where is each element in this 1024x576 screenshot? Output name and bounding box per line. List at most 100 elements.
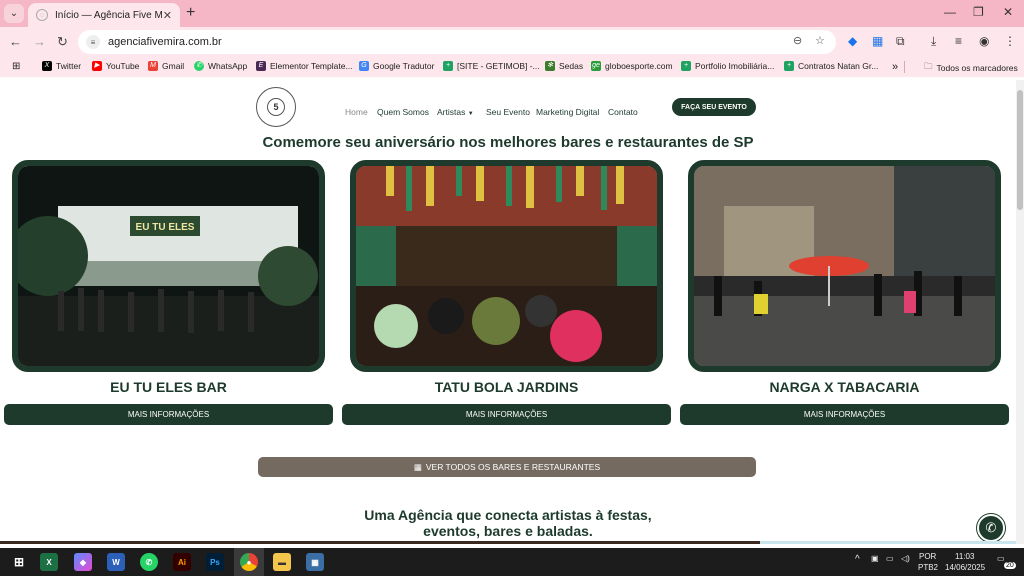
bookmark-label: Todos os marcadores bbox=[936, 63, 1018, 73]
tagline-line-1: Uma Agência que conecta artistas à festa… bbox=[364, 507, 652, 523]
bookmark-twitter[interactable]: X Twitter bbox=[42, 61, 81, 71]
logo-number: 5 bbox=[267, 98, 285, 116]
menu-kebab-icon[interactable]: ⋮ bbox=[1004, 34, 1016, 48]
forward-icon[interactable]: → bbox=[33, 34, 46, 49]
reload-icon[interactable]: ↻ bbox=[57, 34, 68, 50]
copilot-icon[interactable]: ◆ bbox=[74, 553, 92, 571]
volume-icon[interactable]: ◁) bbox=[901, 554, 910, 563]
close-window-icon[interactable]: ✕ bbox=[1003, 5, 1013, 19]
bookmark-label: globoesporte.com bbox=[605, 61, 673, 71]
nav-quem-somos[interactable]: Quem Somos bbox=[377, 107, 429, 117]
whatsapp-app-icon[interactable]: ✆ bbox=[140, 553, 158, 571]
web-page: 5 Home Quem Somos Artistas ▼ Seu Evento … bbox=[0, 80, 1016, 544]
browser-tab-bar: ⌄ ◌ Início — Agência Five Mira ✕ + — ❐ ✕ bbox=[0, 0, 1024, 27]
whatsapp-float-button[interactable]: ✆ bbox=[977, 514, 1005, 542]
site-info-icon[interactable]: ≡ bbox=[86, 35, 100, 49]
windows-start-icon[interactable]: ⊞ bbox=[10, 553, 28, 571]
notification-icon[interactable]: ▭ bbox=[997, 554, 1005, 563]
bookmark-label: Gmail bbox=[162, 61, 185, 71]
bookmark-youtube[interactable]: ▶ YouTube bbox=[92, 61, 139, 71]
tab-search-button[interactable]: ⌄ bbox=[4, 4, 24, 23]
ge-icon: ge bbox=[591, 61, 601, 71]
bookmark-star-icon[interactable]: ☆ bbox=[815, 34, 825, 47]
more-bookmarks-button[interactable]: » bbox=[892, 61, 898, 73]
zoom-icon[interactable]: ⊖ bbox=[793, 34, 802, 47]
network-icon[interactable]: ▭ bbox=[886, 554, 894, 563]
bar-photo: EU TU ELES bbox=[18, 166, 319, 366]
ver-todos-button[interactable]: ▦ VER TODOS OS BARES E RESTAURANTES bbox=[258, 457, 756, 477]
section-image-strip bbox=[0, 541, 760, 544]
tray-app-icon[interactable]: ▣ bbox=[871, 554, 879, 563]
mais-informacoes-button-2[interactable]: MAIS INFORMAÇÕES bbox=[342, 404, 671, 425]
sheets-icon: + bbox=[784, 61, 794, 71]
faca-seu-evento-button[interactable]: FAÇA SEU EVENTO bbox=[672, 98, 756, 116]
bookmark-whatsapp[interactable]: ✆ WhatsApp bbox=[194, 61, 247, 71]
whatsapp-icon: ✆ bbox=[194, 61, 204, 71]
bookmark-label: Contratos Natan Gr... bbox=[798, 61, 879, 71]
address-bar[interactable]: ≡ agenciafivemira.com.br ⊖ ☆ bbox=[78, 30, 836, 54]
twitter-icon: X bbox=[42, 61, 52, 71]
profile-avatar[interactable]: ◉ bbox=[979, 34, 989, 48]
nav-home[interactable]: Home bbox=[345, 107, 368, 117]
page-scrollbar[interactable] bbox=[1016, 80, 1024, 544]
tray-chevron-icon[interactable]: ^ bbox=[855, 554, 860, 565]
bookmark-label: Sedas bbox=[559, 61, 584, 71]
extensions-puzzle-icon[interactable]: ⧉ bbox=[896, 34, 905, 49]
bookmark-label: Portfolio Imobiliária... bbox=[695, 61, 775, 71]
keyboard-layout[interactable]: PTB2 bbox=[918, 563, 938, 572]
bookmark-gmail[interactable]: M Gmail bbox=[148, 61, 184, 71]
apps-grid-icon[interactable]: ⊞ bbox=[12, 61, 20, 72]
tabacaria-photo bbox=[694, 166, 995, 366]
url-text: agenciafivemira.com.br bbox=[108, 36, 222, 48]
gmail-icon: M bbox=[148, 61, 158, 71]
close-tab-icon[interactable]: ✕ bbox=[163, 9, 172, 22]
language-indicator[interactable]: POR bbox=[919, 552, 936, 561]
calculator-icon[interactable]: ▦ bbox=[306, 553, 324, 571]
card-title-eu-tu-eles: EU TU ELES BAR bbox=[110, 379, 227, 395]
bookmark-contratos[interactable]: + Contratos Natan Gr... bbox=[784, 61, 878, 71]
sheets-icon: + bbox=[443, 61, 453, 71]
elementor-icon: E bbox=[256, 61, 266, 71]
card-image-eu-tu-eles[interactable]: EU TU ELES bbox=[12, 160, 325, 372]
site-logo[interactable]: 5 bbox=[256, 87, 296, 127]
clock-date[interactable]: 14/06/2025 bbox=[945, 563, 985, 572]
section-image-strip-light bbox=[760, 541, 1016, 544]
maximize-icon[interactable]: ❐ bbox=[973, 5, 984, 19]
bookmark-separator bbox=[904, 61, 905, 73]
bookmark-elementor[interactable]: E Elementor Template... bbox=[256, 61, 353, 71]
extension-icon[interactable]: ◆ bbox=[848, 34, 857, 48]
bookmark-sedas[interactable]: ✻ Sedas bbox=[545, 61, 583, 71]
browser-tab[interactable]: ◌ Início — Agência Five Mira ✕ bbox=[28, 3, 180, 27]
card-image-narga[interactable] bbox=[688, 160, 1001, 372]
card-image-tatu-bola[interactable] bbox=[350, 160, 663, 372]
photoshop-icon[interactable]: Ps bbox=[206, 553, 224, 571]
word-icon[interactable]: W bbox=[107, 553, 125, 571]
nav-artistas-label: Artistas bbox=[437, 107, 466, 117]
mais-informacoes-button-3[interactable]: MAIS INFORMAÇÕES bbox=[680, 404, 1009, 425]
scrollbar-thumb[interactable] bbox=[1017, 90, 1023, 210]
chrome-icon[interactable]: ● bbox=[240, 553, 258, 571]
media-icon[interactable]: ≡ bbox=[955, 34, 962, 48]
excel-icon[interactable]: X bbox=[40, 553, 58, 571]
nav-artistas[interactable]: Artistas ▼ bbox=[437, 107, 474, 117]
minimize-icon[interactable]: — bbox=[944, 5, 956, 19]
mais-informacoes-button-1[interactable]: MAIS INFORMAÇÕES bbox=[4, 404, 333, 425]
all-bookmarks-folder[interactable]: 🗀 Todos os marcadores bbox=[924, 61, 1018, 75]
clock-time[interactable]: 11:03 bbox=[955, 552, 974, 561]
bar-sign: EU TU ELES bbox=[136, 222, 195, 233]
illustrator-icon[interactable]: Ai bbox=[173, 553, 191, 571]
youtube-icon: ▶ bbox=[92, 61, 102, 71]
download-icon[interactable]: ⤓ bbox=[931, 34, 936, 49]
new-tab-button[interactable]: + bbox=[186, 4, 195, 22]
bookmark-portfolio[interactable]: + Portfolio Imobiliária... bbox=[681, 61, 774, 71]
file-explorer-icon[interactable]: ▬ bbox=[273, 553, 291, 571]
back-icon[interactable]: ← bbox=[9, 34, 22, 49]
nav-marketing[interactable]: Marketing Digital bbox=[536, 107, 599, 117]
bookmark-globoesporte[interactable]: ge globoesporte.com bbox=[591, 61, 673, 71]
nav-contato[interactable]: Contato bbox=[608, 107, 638, 117]
bookmark-google-tradutor[interactable]: G Google Tradutor bbox=[359, 61, 434, 71]
nav-seu-evento[interactable]: Seu Evento bbox=[486, 107, 530, 117]
bookmarks-bar: ⊞ X Twitter ▶ YouTube M Gmail ✆ WhatsApp E El… bbox=[0, 57, 1024, 77]
extension-calendar-icon[interactable]: ▦ bbox=[872, 34, 883, 48]
bookmark-getimob[interactable]: + [SITE - GETIMOB] -... bbox=[443, 61, 540, 71]
